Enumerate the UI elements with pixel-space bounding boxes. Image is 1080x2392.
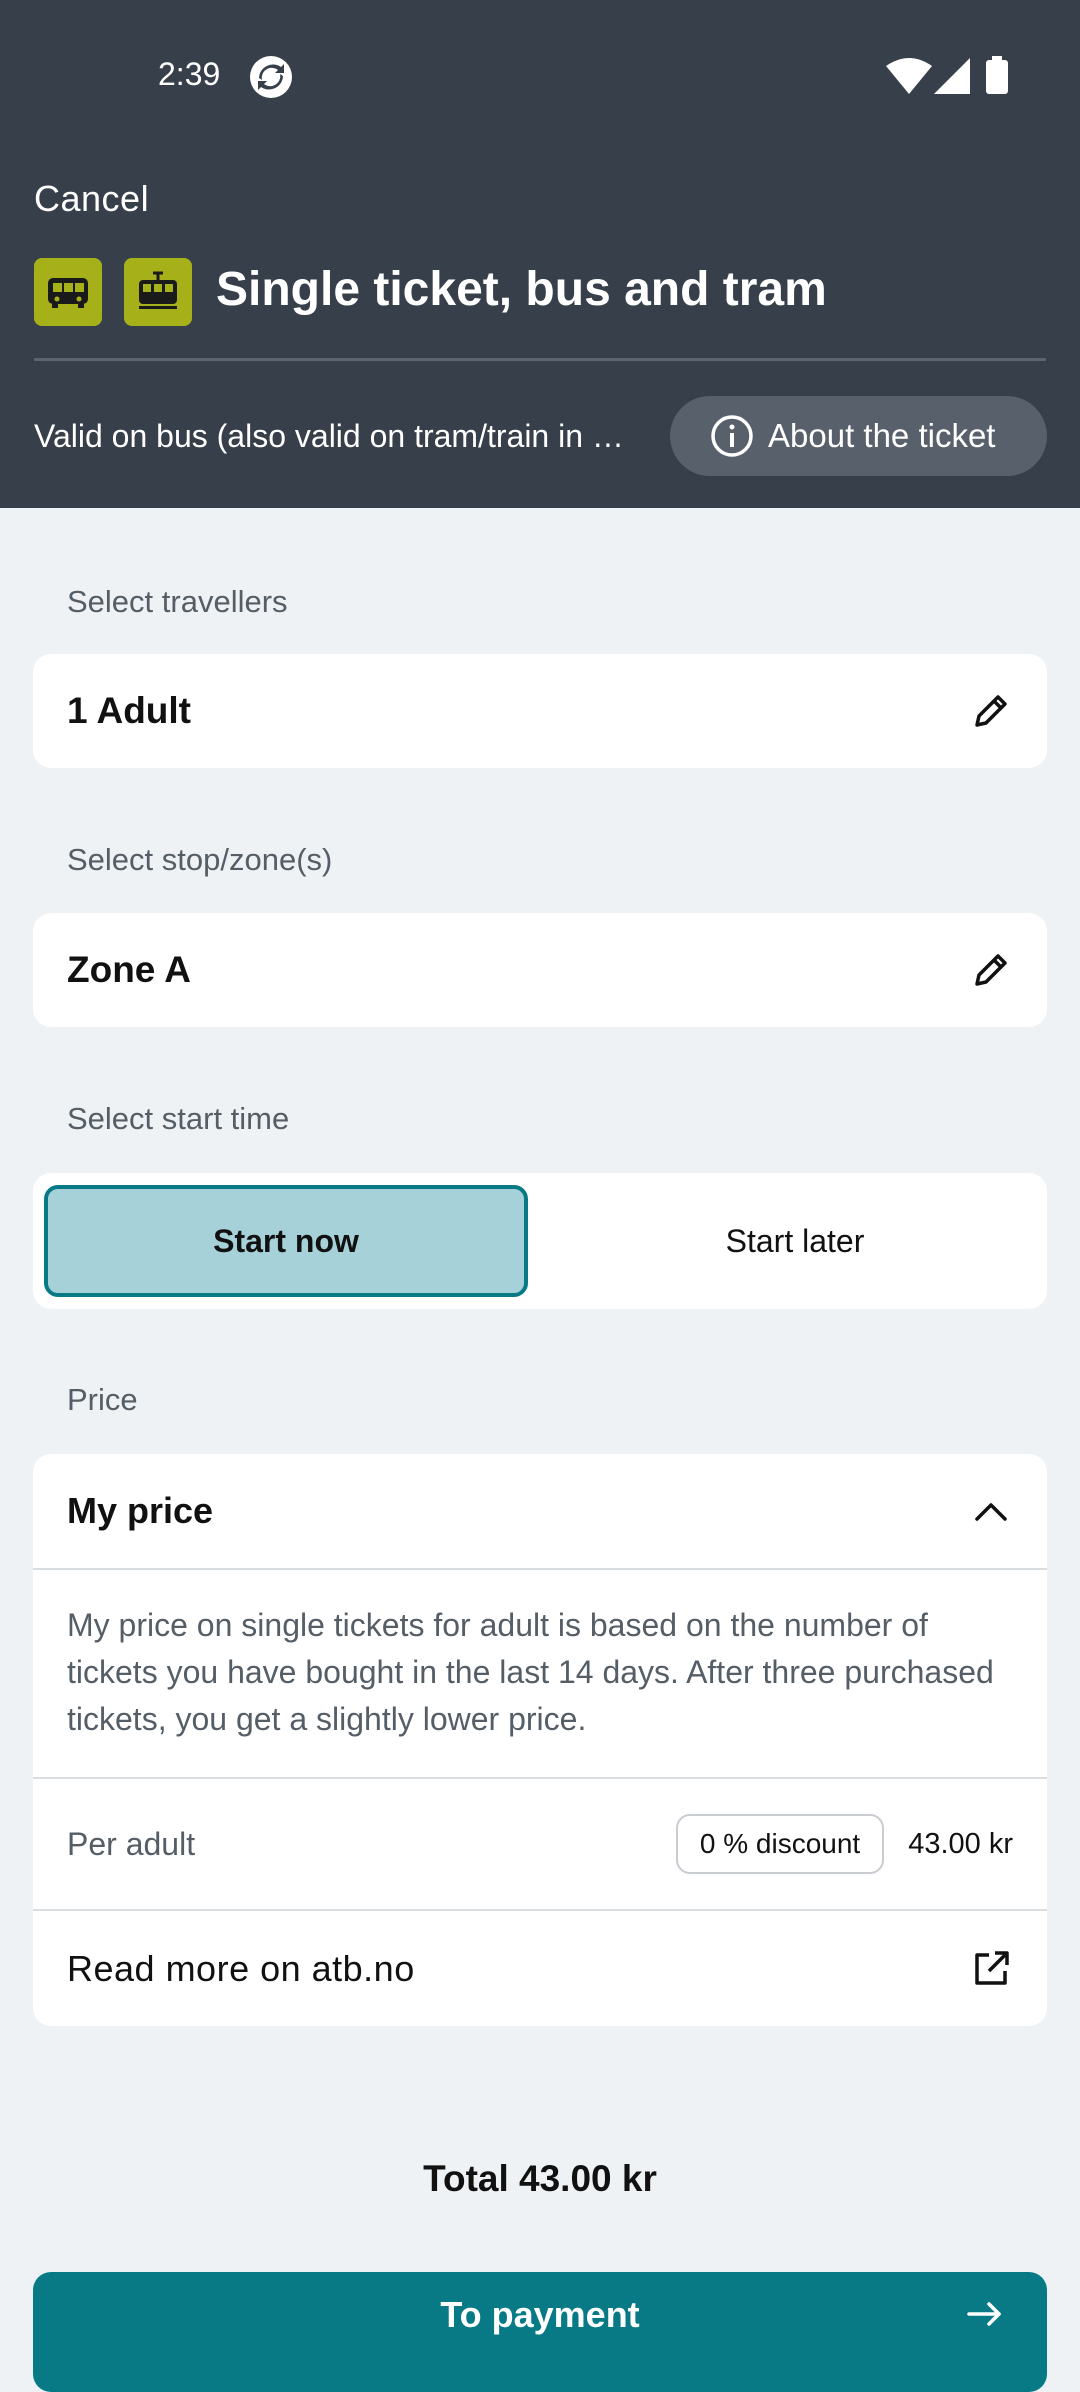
- wifi-icon: [886, 58, 932, 94]
- info-icon: [711, 415, 753, 457]
- cancel-button[interactable]: Cancel: [34, 178, 149, 220]
- start-time-label: Select start time: [67, 1101, 290, 1136]
- edit-icon: [975, 695, 1007, 727]
- tram-icon: [124, 258, 192, 326]
- external-link-icon: [975, 1950, 1009, 1985]
- total-price: Total 43.00 kr: [423, 2158, 657, 2199]
- sync-icon: [250, 56, 292, 98]
- travellers-field[interactable]: 1 Adult: [33, 654, 1047, 768]
- valid-text: Valid on bus (also valid on tram/train i…: [34, 418, 634, 454]
- price-description: My price on single tickets for adult is …: [67, 1607, 994, 1737]
- signal-icon: [934, 58, 970, 94]
- travellers-value: 1 Adult: [67, 690, 192, 731]
- price-amount: 43.00 kr: [908, 1827, 1013, 1860]
- price-card: My price My price on single tickets for …: [33, 1454, 1047, 2026]
- read-more-label: Read more on atb.no: [67, 1947, 415, 1989]
- about-ticket-button[interactable]: About the ticket: [670, 396, 1047, 476]
- per-adult-label: Per adult: [67, 1825, 196, 1862]
- header-divider: [34, 358, 1046, 361]
- start-time-toggle: Start now Start later: [33, 1173, 1047, 1309]
- price-label: Price: [67, 1382, 138, 1417]
- status-bar: 2:39: [0, 0, 1080, 150]
- start-later-option[interactable]: Start later: [553, 1185, 1037, 1297]
- travellers-label: Select travellers: [67, 584, 288, 619]
- bus-icon: [34, 258, 102, 326]
- header: 2:39 Cancel Single ticket, bus and tram …: [0, 0, 1080, 508]
- zones-field[interactable]: Zone A: [33, 913, 1047, 1027]
- discount-badge: 0 % discount: [675, 1814, 885, 1874]
- per-adult-row: Per adult 0 % discount 43.00 kr: [33, 1779, 1047, 1909]
- status-time: 2:39: [158, 56, 221, 92]
- about-ticket-label: About the ticket: [768, 417, 996, 454]
- chevron-up-icon: [975, 1503, 1007, 1521]
- zones-value: Zone A: [67, 949, 192, 990]
- ticket-title: Single ticket, bus and tram: [216, 263, 827, 316]
- start-now-option[interactable]: Start now: [44, 1185, 528, 1297]
- battery-icon: [986, 56, 1008, 94]
- to-payment-button[interactable]: To payment: [33, 2272, 1047, 2392]
- edit-icon: [975, 954, 1007, 986]
- divider: [33, 1568, 1047, 1570]
- arrow-right-icon: [967, 2302, 1001, 2326]
- my-price-header[interactable]: My price: [33, 1454, 1047, 1568]
- read-more-link[interactable]: Read more on atb.no: [33, 1911, 1047, 2026]
- my-price-title: My price: [67, 1490, 214, 1531]
- to-payment-label: To payment: [440, 2294, 640, 2335]
- zones-label: Select stop/zone(s): [67, 842, 333, 877]
